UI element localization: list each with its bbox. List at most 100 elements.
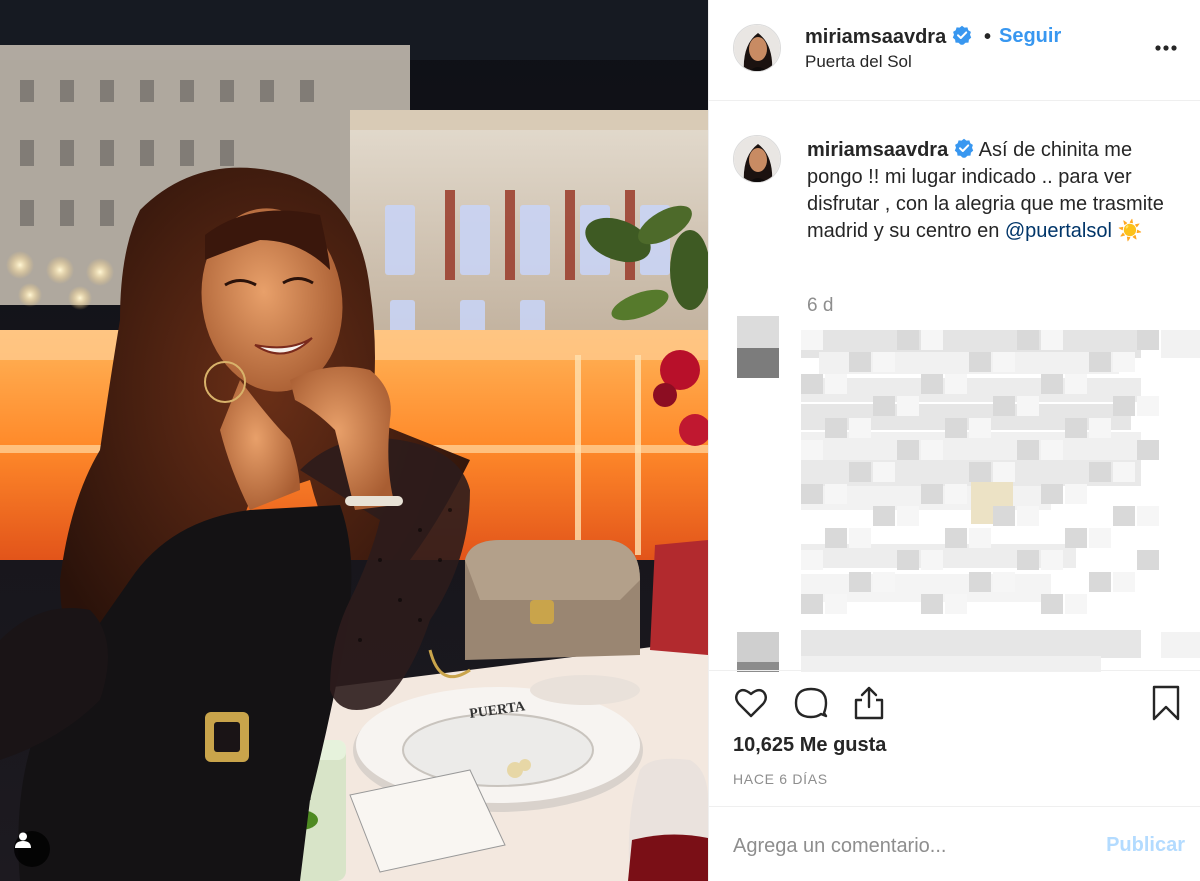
avatar[interactable] — [733, 24, 781, 72]
pixel-block — [945, 594, 967, 614]
caption-avatar[interactable] — [733, 135, 781, 183]
comments-list-blurred — [709, 312, 1200, 672]
more-options-icon[interactable] — [1151, 38, 1181, 58]
pixel-block — [1017, 440, 1039, 460]
pixel-block — [1137, 506, 1159, 526]
pixel-block — [1017, 550, 1039, 570]
pixel-block — [873, 352, 895, 372]
pixel-block — [849, 418, 871, 438]
pixel-block — [921, 374, 943, 394]
pixel-block — [1113, 506, 1135, 526]
pixel-block — [849, 528, 871, 548]
comment-input[interactable] — [733, 831, 1073, 861]
verified-badge-icon — [955, 138, 974, 158]
pixel-block — [1041, 484, 1063, 504]
pixel-block — [897, 396, 919, 416]
pixel-block — [969, 418, 991, 438]
pixel-block — [1065, 528, 1087, 548]
pixel-block — [849, 572, 871, 592]
pixel-block — [921, 330, 943, 350]
pixel-block — [969, 352, 991, 372]
pixel-block — [801, 630, 1141, 658]
pixel-block — [1089, 528, 1111, 548]
pixel-block — [825, 484, 847, 504]
pixel-block — [801, 594, 823, 614]
caption-username[interactable]: miriamsaavdra — [807, 139, 948, 161]
pixel-block — [1017, 506, 1039, 526]
pixel-block — [1137, 330, 1159, 350]
post-username[interactable]: miriamsaavdra — [805, 25, 972, 49]
pixel-block — [873, 462, 895, 482]
pixel-block — [737, 348, 779, 378]
pixel-block — [849, 462, 871, 482]
avatar-image — [734, 136, 780, 182]
pixel-block — [1089, 352, 1111, 372]
post-image: PUERTA — [0, 0, 708, 881]
pixel-block — [945, 484, 967, 504]
pixel-block — [921, 484, 943, 504]
pixel-block — [1041, 550, 1063, 570]
pixel-block — [897, 550, 919, 570]
pixel-block — [825, 418, 847, 438]
pixel-block — [825, 374, 847, 394]
post-username-text[interactable]: miriamsaavdra — [805, 26, 946, 48]
pixel-block — [873, 506, 895, 526]
pixel-block — [1089, 572, 1111, 592]
heart-icon[interactable] — [731, 683, 771, 723]
user-icon — [15, 832, 31, 848]
share-icon[interactable] — [849, 683, 889, 723]
post-caption: miriamsaavdra Así de chinita me pongo !!… — [807, 137, 1187, 245]
comment-icon[interactable] — [791, 683, 831, 723]
pixel-block — [825, 594, 847, 614]
pixel-block — [825, 528, 847, 548]
post-photo[interactable]: PUERTA — [0, 0, 708, 881]
pixel-block — [1113, 396, 1135, 416]
pixel-block — [993, 572, 1015, 592]
post-date: HACE 6 DÍAS — [733, 771, 828, 787]
pixel-block — [969, 462, 991, 482]
pixel-block — [897, 330, 919, 350]
pixel-block — [1041, 594, 1063, 614]
pixel-block — [1137, 396, 1159, 416]
pixel-block — [849, 352, 871, 372]
pixel-block — [1113, 352, 1135, 372]
pixel-block — [1017, 396, 1039, 416]
pixel-block — [1113, 462, 1135, 482]
tagged-users-button[interactable] — [14, 831, 50, 867]
caption-mention[interactable]: @puertalsol — [1005, 220, 1112, 242]
pixel-block — [737, 316, 779, 348]
likes-count[interactable]: 10,625 Me gusta — [733, 734, 886, 757]
pixel-block — [897, 506, 919, 526]
pixel-block — [993, 462, 1015, 482]
pixel-block — [801, 378, 1141, 402]
pixel-block — [993, 506, 1015, 526]
pixel-block — [1065, 484, 1087, 504]
pixel-block — [921, 550, 943, 570]
pixel-block — [1041, 330, 1063, 350]
pixel-block — [873, 396, 895, 416]
publish-button[interactable]: Publicar — [1106, 834, 1185, 857]
pixel-block — [1041, 374, 1063, 394]
pixel-block — [897, 440, 919, 460]
pixel-block — [1065, 594, 1087, 614]
pixel-block — [801, 550, 823, 570]
pixel-block — [921, 594, 943, 614]
pixel-block — [801, 484, 823, 504]
post-details-panel: miriamsaavdra • Seguir Puerta del Sol mi… — [708, 0, 1200, 881]
pixel-block — [993, 352, 1015, 372]
separator-dot: • — [984, 26, 992, 48]
pixel-block — [969, 528, 991, 548]
pixel-block — [873, 572, 895, 592]
pixel-block — [921, 440, 943, 460]
post-actions-bar — [709, 670, 1200, 734]
pixel-block — [801, 330, 823, 350]
follow-button[interactable]: Seguir — [999, 25, 1061, 48]
pixel-block — [1065, 374, 1087, 394]
location-link[interactable]: Puerta del Sol — [805, 52, 912, 72]
bookmark-icon[interactable] — [1146, 683, 1186, 723]
pixel-block — [1041, 440, 1063, 460]
pixel-block — [945, 374, 967, 394]
pixel-block — [1137, 550, 1159, 570]
pixel-block — [993, 396, 1015, 416]
pixel-block — [1137, 440, 1159, 460]
